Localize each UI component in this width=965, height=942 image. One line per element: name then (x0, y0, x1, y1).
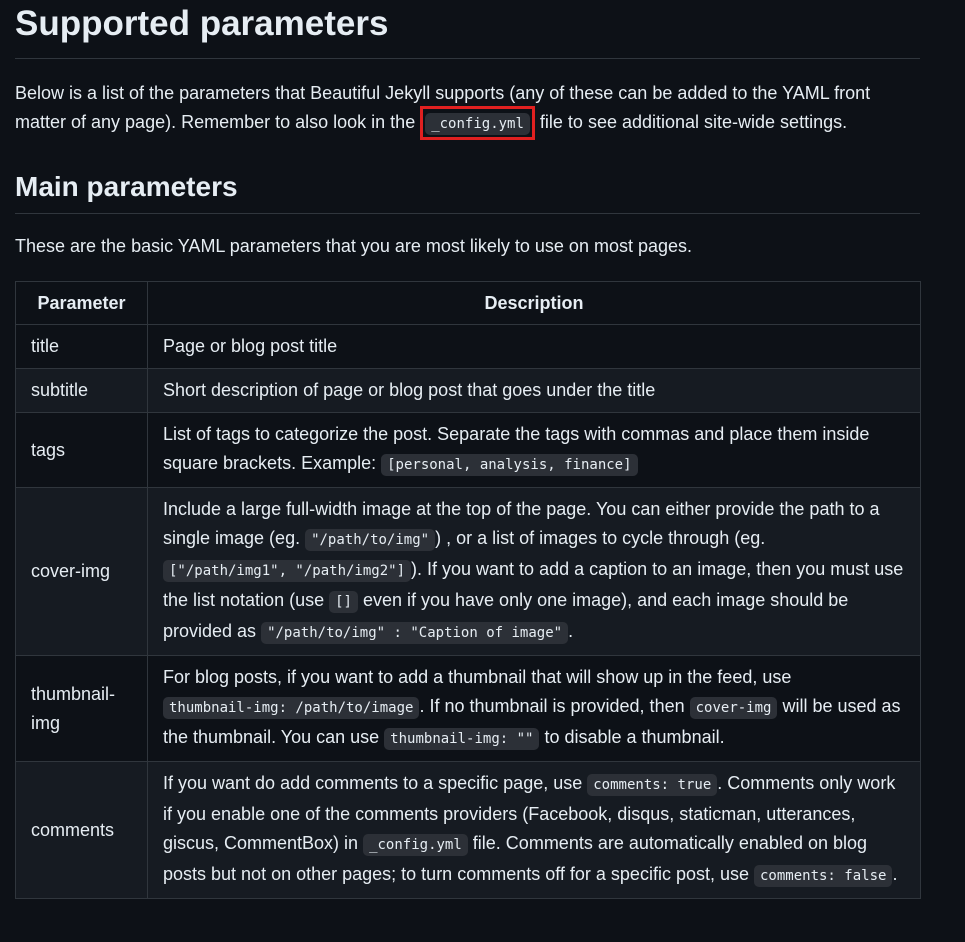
parameters-table: Parameter Description title Page or blog… (15, 281, 921, 899)
param-name: tags (15, 412, 148, 488)
code-snippet: [] (329, 591, 358, 613)
code-snippet: [personal, analysis, finance] (381, 454, 638, 476)
column-header-parameter: Parameter (15, 281, 148, 325)
table-row: comments If you want do add comments to … (15, 761, 921, 899)
readme-content: Supported parameters Below is a list of … (15, 0, 921, 899)
column-header-description: Description (147, 281, 921, 325)
code-snippet: thumbnail-img: /path/to/image (163, 697, 420, 719)
code-snippet: comments: false (754, 865, 893, 887)
desc-text: If you want do add comments to a specifi… (163, 773, 588, 793)
param-description: Short description of page or blog post t… (147, 368, 921, 413)
code-snippet: "/path/to/img" : "Caption of image" (261, 622, 569, 644)
code-snippet: comments: true (587, 774, 718, 796)
code-snippet: "/path/to/img" (305, 529, 436, 551)
table-row: cover-img Include a large full-width ima… (15, 487, 921, 656)
highlight-box: _config.yml (420, 106, 535, 140)
desc-text: ) , or a list of images to cycle through… (435, 528, 766, 548)
table-header-row: Parameter Description (15, 281, 921, 325)
desc-text: . (892, 864, 898, 884)
section-heading: Main parameters (15, 169, 920, 214)
page-title: Supported parameters (15, 0, 920, 59)
table-row: title Page or blog post title (15, 324, 921, 369)
desc-text: For blog posts, if you want to add a thu… (163, 667, 792, 687)
param-name: subtitle (15, 368, 148, 413)
param-name: thumbnail-img (15, 655, 148, 762)
code-snippet: _config.yml (363, 834, 468, 856)
param-name: title (15, 324, 148, 369)
param-description: List of tags to categorize the post. Sep… (147, 412, 921, 488)
intro-paragraph: Below is a list of the parameters that B… (15, 79, 895, 140)
desc-text: to disable a thumbnail. (539, 727, 725, 747)
section-description: These are the basic YAML parameters that… (15, 236, 693, 256)
code-snippet: thumbnail-img: "" (384, 728, 540, 750)
table-row: thumbnail-img For blog posts, if you wan… (15, 655, 921, 762)
code-snippet: ["/path/img1", "/path/img2"] (163, 560, 412, 582)
config-file-code: _config.yml (425, 113, 530, 135)
table-row: subtitle Short description of page or bl… (15, 368, 921, 413)
param-name: comments (15, 761, 148, 899)
table-row: tags List of tags to categorize the post… (15, 412, 921, 488)
param-description: Page or blog post title (147, 324, 921, 369)
param-name: cover-img (15, 487, 148, 656)
param-description: For blog posts, if you want to add a thu… (147, 655, 921, 762)
intro-text-after: file to see additional site-wide setting… (534, 112, 848, 132)
param-description: Include a large full-width image at the … (147, 487, 921, 656)
desc-text: . (568, 621, 574, 641)
code-snippet: cover-img (689, 697, 778, 719)
desc-text: . If no thumbnail is provided, then (419, 696, 690, 716)
param-description: If you want do add comments to a specifi… (147, 761, 921, 899)
